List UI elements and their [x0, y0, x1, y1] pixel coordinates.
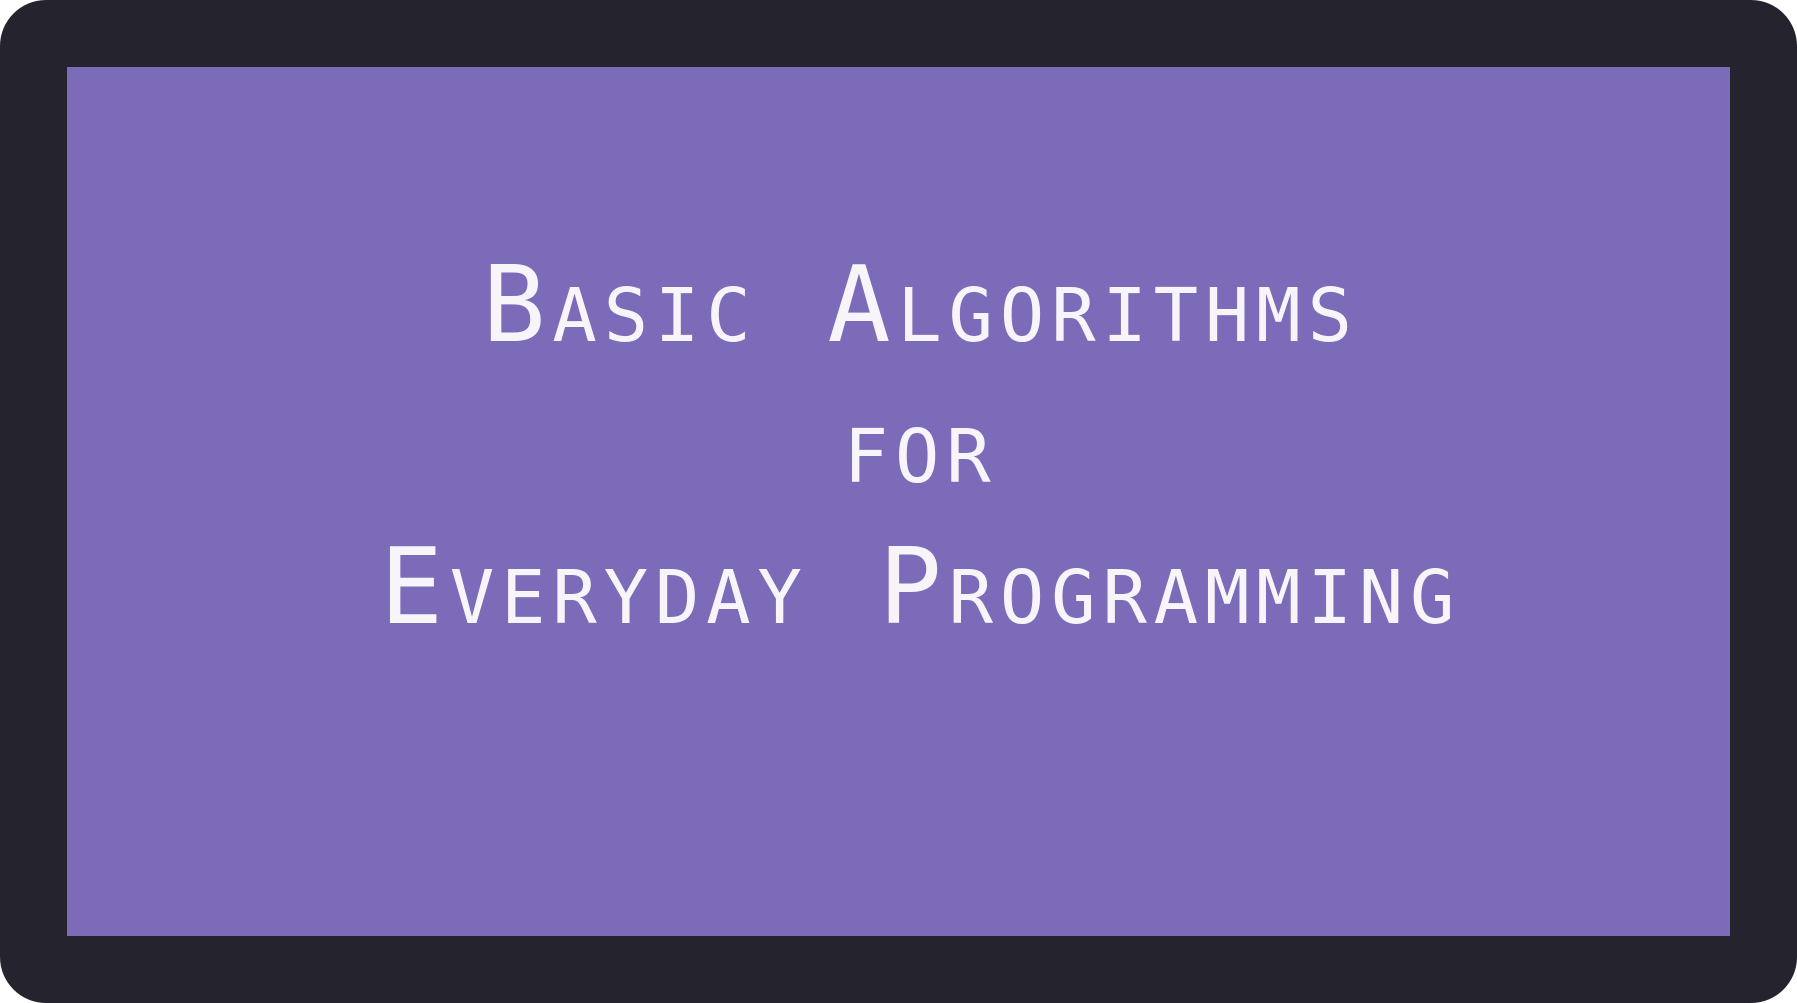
course-title: Basic Algorithms for Everyday Programmin…	[67, 12, 1730, 881]
title-line-1: Basic Algorithms	[482, 244, 1359, 366]
title-card-frame: Basic Algorithms for Everyday Programmin…	[0, 0, 1797, 1003]
title-panel: Basic Algorithms for Everyday Programmin…	[67, 67, 1730, 936]
title-line-2: for	[843, 385, 998, 507]
title-line-3: Everyday Programming	[379, 526, 1462, 648]
